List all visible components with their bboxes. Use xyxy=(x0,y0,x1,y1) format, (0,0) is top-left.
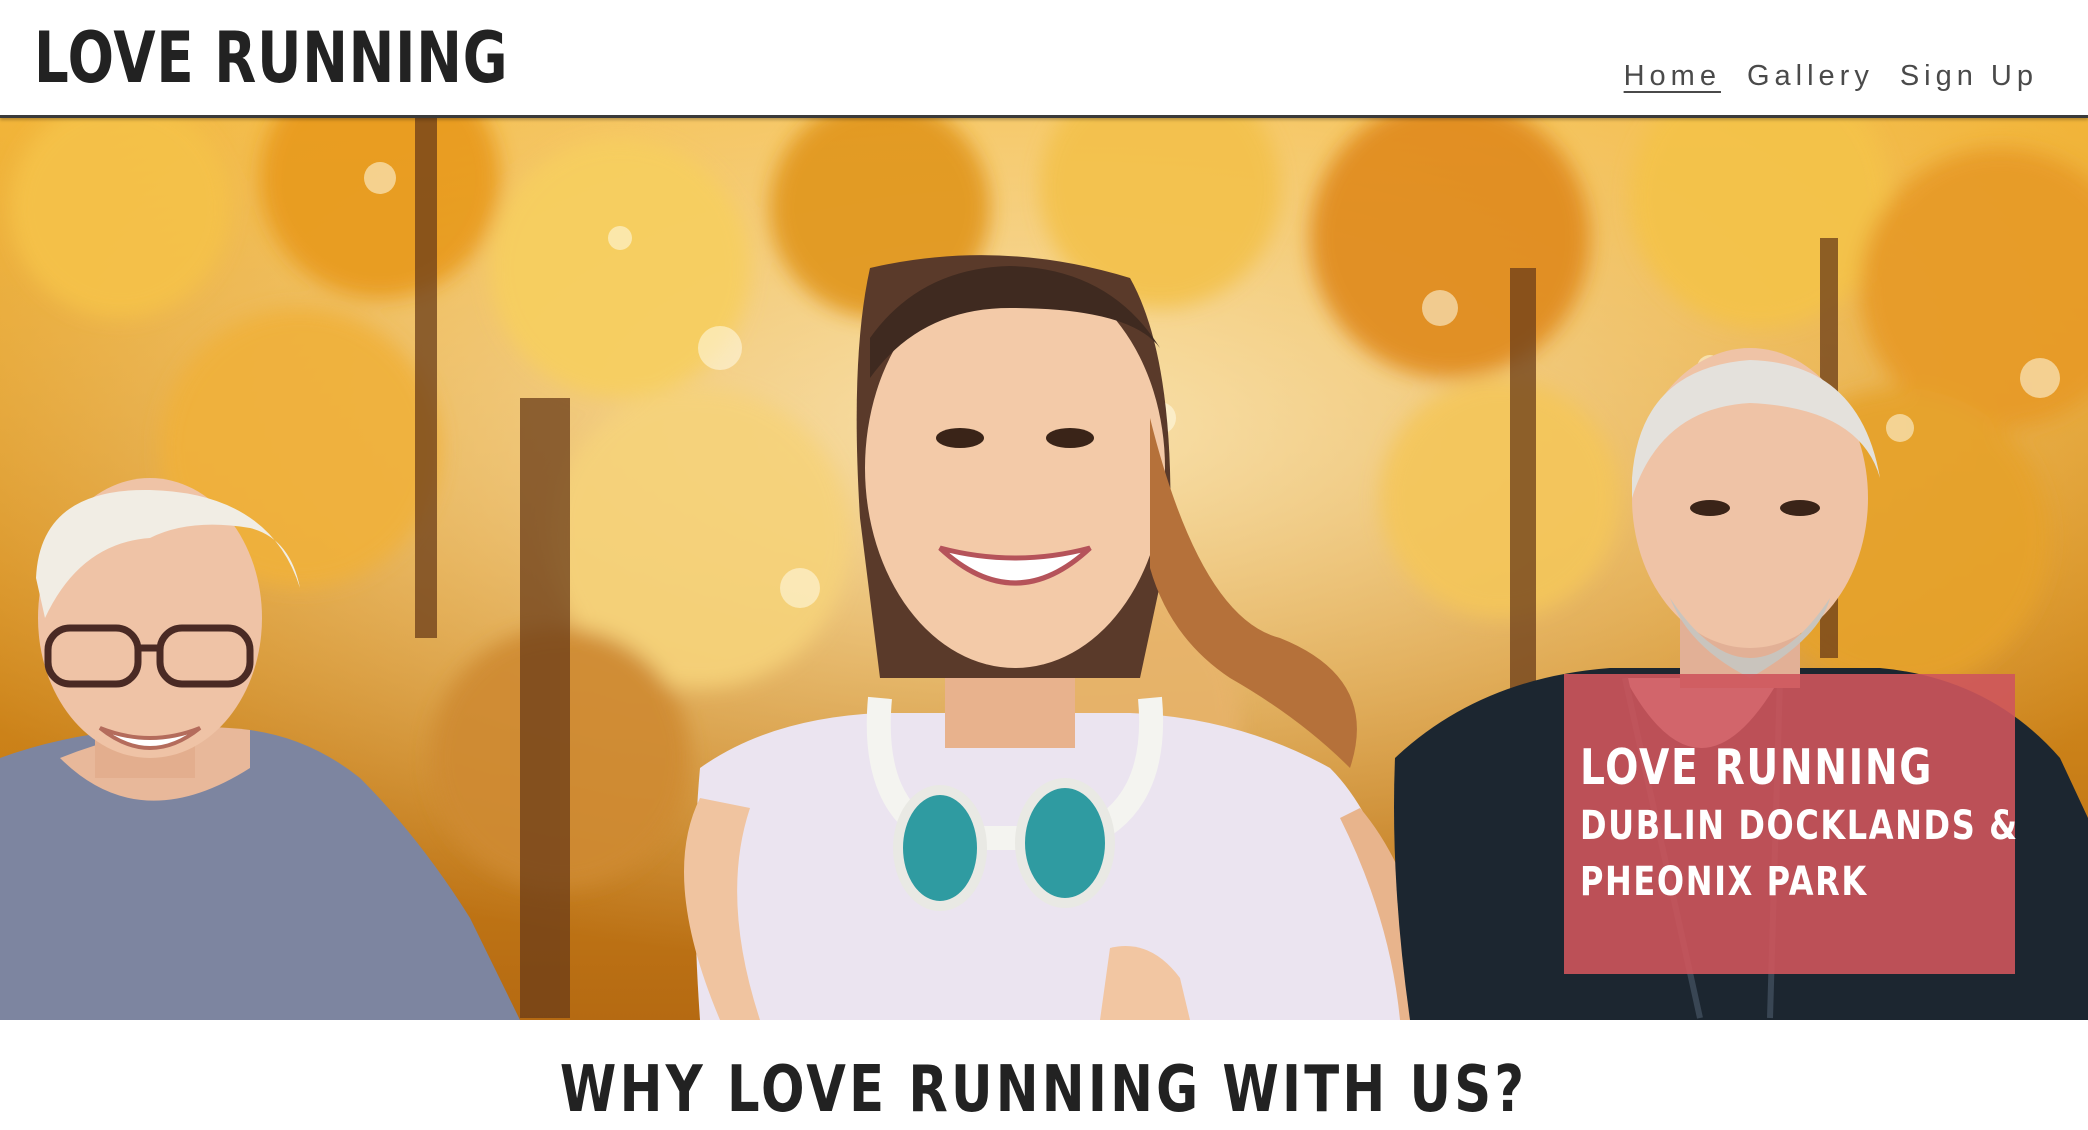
section-heading-text: WHY LOVE RUNNING WITH US? xyxy=(560,1053,1528,1127)
hero-card-title: LOVE RUNNING xyxy=(1580,739,1934,796)
hero-info-card: LOVE RUNNING DUBLIN DOCKLANDS & PHEONIX … xyxy=(1564,674,2019,974)
site-logo[interactable]: LOVE RUNNING xyxy=(34,16,508,100)
main-nav: Home Gallery Sign Up xyxy=(1624,56,2038,96)
hero-card-subtitle-line1: DUBLIN DOCKLANDS & xyxy=(1580,803,2019,849)
site-header: LOVE RUNNING Home Gallery Sign Up xyxy=(0,0,2088,118)
nav-signup-link[interactable]: Sign Up xyxy=(1900,56,2038,96)
section-heading: WHY LOVE RUNNING WITH US? xyxy=(0,1050,2088,1130)
hero-card-subtitle-line2: PHEONIX PARK xyxy=(1580,859,1868,905)
hero-banner: LOVE RUNNING DUBLIN DOCKLANDS & PHEONIX … xyxy=(0,118,2088,1020)
nav-gallery-link[interactable]: Gallery xyxy=(1747,56,1874,96)
nav-home-link[interactable]: Home xyxy=(1624,56,1721,96)
